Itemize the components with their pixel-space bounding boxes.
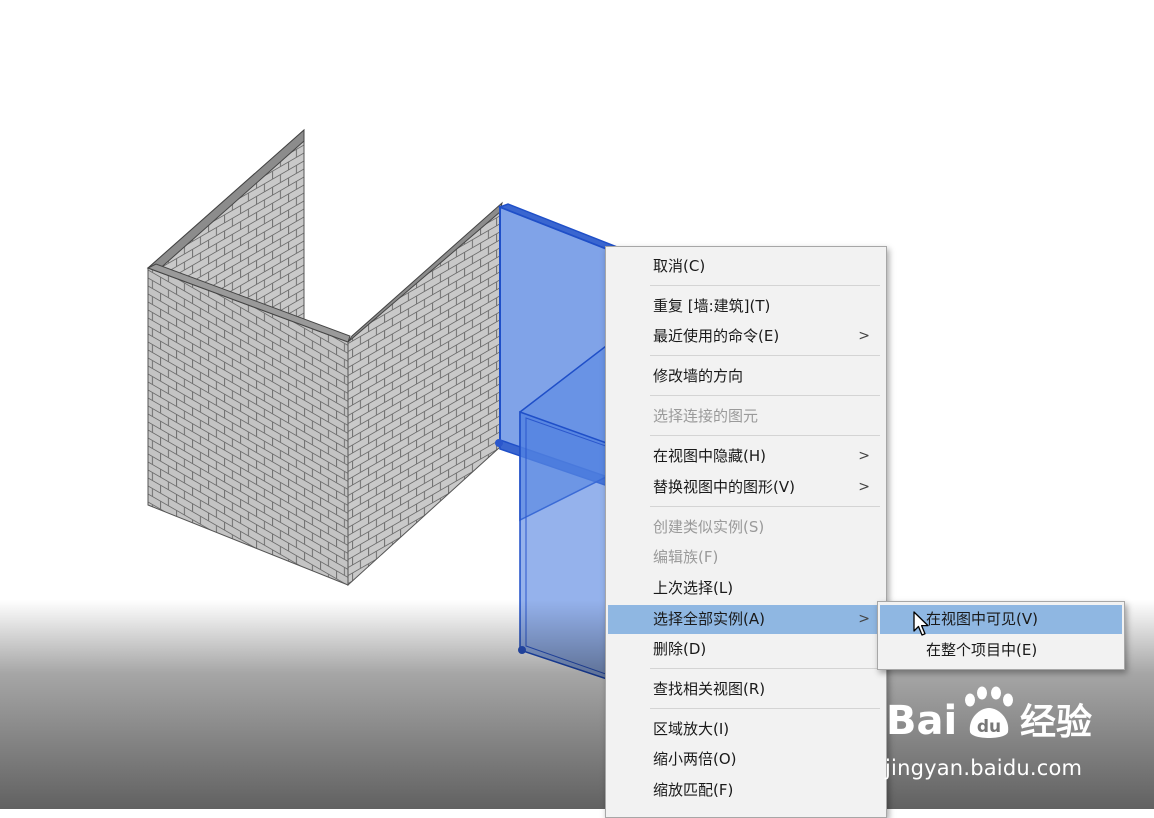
menu-separator	[650, 355, 880, 356]
menu-separator	[650, 506, 880, 507]
menu-item-zoom-out-2x[interactable]: 缩小两倍(O)	[608, 745, 884, 774]
menu-item-zoom-to-fit[interactable]: 缩放匹配(F)	[608, 776, 884, 805]
menu-item-hide-in-view[interactable]: 在视图中隐藏(H) >	[608, 442, 884, 471]
menu-item-select-all-instances[interactable]: 选择全部实例(A) >	[608, 605, 884, 634]
menu-item-repeat[interactable]: 重复 [墙:建筑](T)	[608, 292, 884, 321]
paw-icon: du	[965, 686, 1013, 738]
baidu-jingyan-logo: Bai du 经验	[886, 686, 1092, 742]
menu-item-recent-commands[interactable]: 最近使用的命令(E) >	[608, 322, 884, 351]
menu-item-last-selection[interactable]: 上次选择(L)	[608, 574, 884, 603]
menu-item-override-graphics[interactable]: 替换视图中的图形(V) >	[608, 473, 884, 502]
menu-separator	[650, 285, 880, 286]
logo-text-jingyan: 经验	[1020, 702, 1092, 742]
submenu-item-in-entire-project[interactable]: 在整个项目中(E)	[880, 636, 1122, 665]
chevron-right-icon: >	[858, 611, 870, 627]
menu-separator	[650, 668, 880, 669]
menu-item-zoom-region[interactable]: 区域放大(I)	[608, 715, 884, 744]
menu-item-cancel[interactable]: 取消(C)	[608, 252, 884, 281]
menu-separator	[650, 435, 880, 436]
menu-separator	[650, 708, 880, 709]
menu-item-find-referring-views[interactable]: 查找相关视图(R)	[608, 675, 884, 704]
mouse-pointer-icon	[913, 611, 929, 636]
brick-wall-front[interactable]	[146, 263, 351, 586]
menu-item-create-similar[interactable]: 创建类似实例(S)	[608, 513, 884, 542]
menu-item-edit-family[interactable]: 编辑族(F)	[608, 543, 884, 572]
menu-item-select-joined[interactable]: 选择连接的图元	[608, 402, 884, 431]
chevron-right-icon: >	[858, 448, 870, 464]
logo-text-du: du	[977, 717, 1001, 737]
menu-item-delete[interactable]: 删除(D)	[608, 635, 884, 664]
context-menu: 取消(C) 重复 [墙:建筑](T) 最近使用的命令(E) > 修改墙的方向 选择…	[605, 246, 887, 818]
logo-text-bai: Bai	[886, 698, 957, 742]
chevron-right-icon: >	[858, 479, 870, 495]
menu-separator	[650, 395, 880, 396]
brick-wall-right[interactable]	[347, 201, 503, 587]
watermark-url: jingyan.baidu.com	[885, 756, 1083, 780]
menu-item-flip-wall[interactable]: 修改墙的方向	[608, 362, 884, 391]
chevron-right-icon: >	[858, 328, 870, 344]
